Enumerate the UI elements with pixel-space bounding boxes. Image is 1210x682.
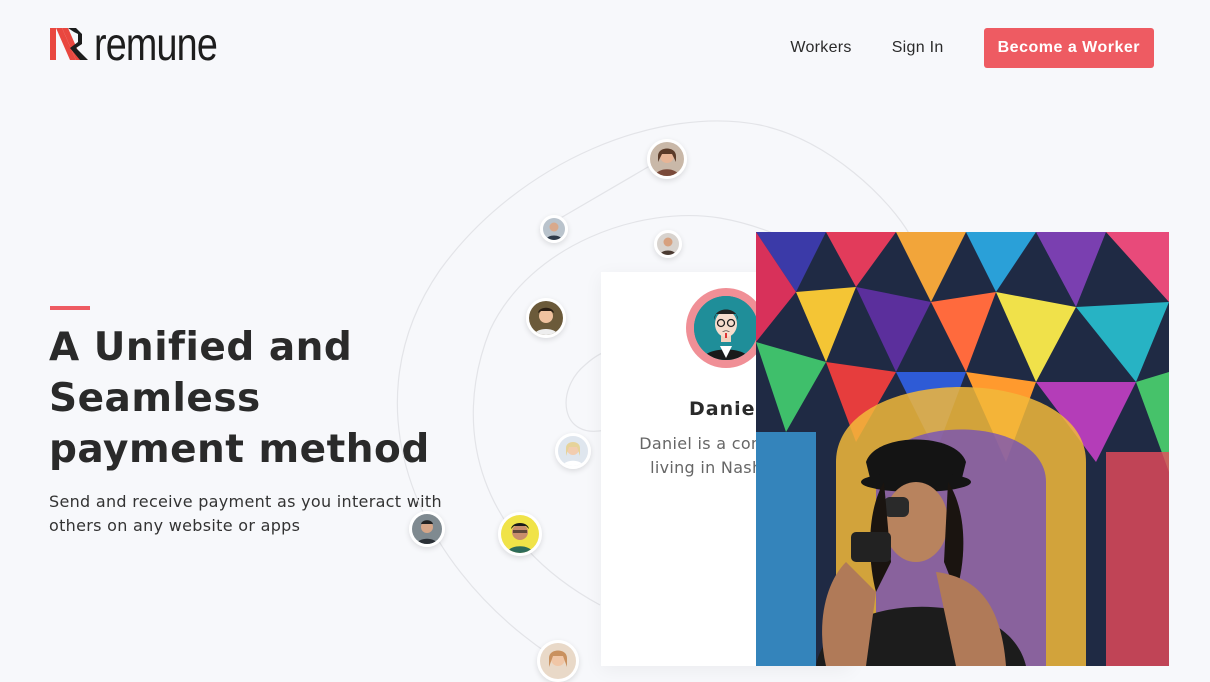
accent-line — [50, 306, 90, 310]
avatar — [654, 230, 682, 258]
become-worker-button[interactable]: Become a Worker — [983, 28, 1154, 68]
nav-link-workers[interactable]: Workers — [790, 28, 851, 68]
avatar — [409, 511, 445, 547]
avatar — [498, 512, 542, 556]
hero-photo — [756, 232, 1169, 666]
avatar — [540, 215, 568, 243]
nav-link-sign-in[interactable]: Sign In — [892, 28, 944, 68]
brand-name: remune — [94, 18, 218, 70]
avatar — [647, 139, 687, 179]
avatar — [555, 433, 591, 469]
daniel-avatar — [686, 288, 766, 368]
avatar — [526, 298, 566, 338]
daniel-avatar-icon — [694, 296, 758, 360]
remune-logo[interactable]: remune — [50, 18, 244, 70]
remune-logo-icon — [50, 28, 88, 60]
avatar — [537, 640, 579, 682]
top-nav: Workers Sign In Become a Worker — [790, 28, 1154, 68]
hero-photo-image — [756, 232, 1169, 666]
